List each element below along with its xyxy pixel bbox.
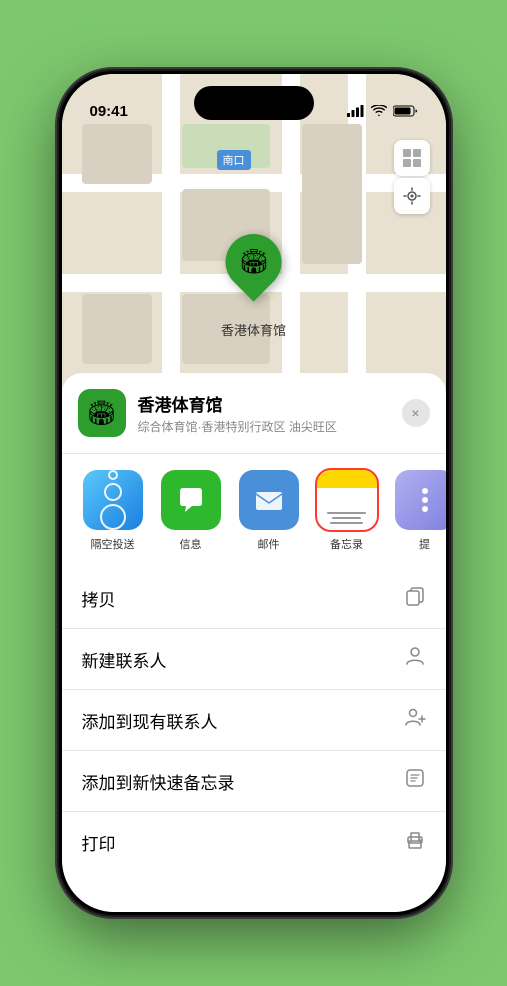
location-subtitle: 综合体育馆·香港特别行政区 油尖旺区 [138, 418, 402, 435]
message-icon [161, 470, 221, 530]
phone-frame: 09:41 [59, 71, 449, 915]
pin-stadium-icon: 🏟 [238, 248, 268, 277]
location-button[interactable] [394, 178, 430, 214]
action-add-contact-label: 添加到现有联系人 [82, 708, 218, 733]
action-new-contact[interactable]: 新建联系人 [62, 629, 446, 690]
message-label: 信息 [180, 536, 202, 552]
mail-icon [239, 470, 299, 530]
location-info: 香港体育馆 综合体育馆·香港特别行政区 油尖旺区 [138, 391, 402, 435]
action-quick-note-label: 添加到新快速备忘录 [82, 769, 235, 794]
pin-label: 香港体育馆 [221, 320, 286, 339]
action-copy[interactable]: 拷贝 [62, 568, 446, 629]
map-label: 南口 [217, 150, 251, 170]
map-controls [394, 140, 430, 216]
airdrop-label: 隔空投送 [91, 536, 135, 552]
status-time: 09:41 [90, 103, 128, 120]
wifi-icon [371, 105, 387, 120]
share-item-notes[interactable]: 备忘录 [312, 470, 382, 552]
bottom-sheet: 🏟 香港体育馆 综合体育馆·香港特别行政区 油尖旺区 × [62, 373, 446, 912]
action-print[interactable]: 打印 [62, 812, 446, 872]
location-pin: 🏟 香港体育馆 [221, 234, 286, 339]
location-header: 🏟 香港体育馆 综合体育馆·香港特别行政区 油尖旺区 × [62, 389, 446, 454]
person-icon [404, 645, 426, 673]
share-row: 隔空投送 信息 [62, 454, 446, 568]
mail-label: 邮件 [258, 536, 280, 552]
share-item-airdrop[interactable]: 隔空投送 [78, 470, 148, 552]
notes-icon [317, 470, 377, 530]
share-item-mail[interactable]: 邮件 [234, 470, 304, 552]
map-type-button[interactable] [394, 140, 430, 176]
share-item-more[interactable]: 提 [390, 470, 446, 552]
quick-note-icon [404, 767, 426, 795]
notes-label: 备忘录 [330, 536, 363, 552]
print-icon [404, 828, 426, 856]
action-copy-label: 拷贝 [82, 586, 116, 611]
action-add-contact[interactable]: 添加到现有联系人 [62, 690, 446, 751]
action-print-label: 打印 [82, 830, 116, 855]
battery-icon [393, 105, 418, 120]
close-button[interactable]: × [402, 399, 430, 427]
more-icon [395, 470, 446, 530]
status-icons [347, 105, 418, 120]
location-icon: 🏟 [78, 389, 126, 437]
airdrop-icon [83, 470, 143, 530]
more-label: 提 [419, 536, 430, 552]
location-name: 香港体育馆 [138, 391, 402, 416]
copy-icon [404, 584, 426, 612]
phone-inner: 09:41 [62, 74, 446, 912]
action-quick-note[interactable]: 添加到新快速备忘录 [62, 751, 446, 812]
share-item-message[interactable]: 信息 [156, 470, 226, 552]
signal-icon [347, 105, 365, 120]
action-new-contact-label: 新建联系人 [82, 647, 167, 672]
person-add-icon [404, 706, 426, 734]
dynamic-island [194, 86, 314, 120]
action-rows: 拷贝 新建联系人 [62, 568, 446, 872]
